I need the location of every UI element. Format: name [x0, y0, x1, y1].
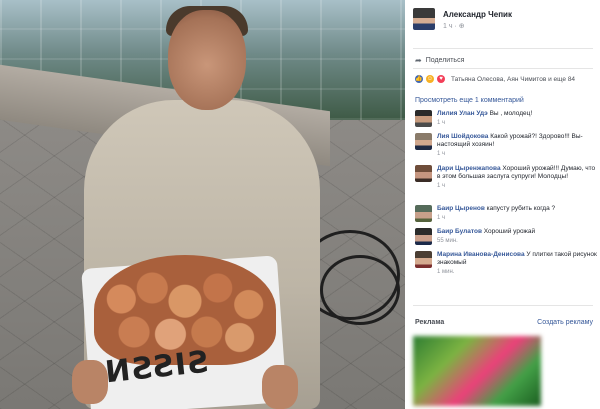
like-reaction-icon: 👍 — [415, 75, 423, 83]
post-photo[interactable]: SISSN — [0, 0, 405, 409]
comment-time[interactable]: 1 мин. — [437, 268, 597, 276]
commenter-name[interactable]: Дари Цыренжапова — [437, 165, 501, 172]
comment-text: капусту рубить когда ? — [486, 205, 556, 212]
comment-body: Баир Булатов Хороший урожай 55 мин. — [437, 228, 597, 245]
garden-hose — [320, 255, 400, 325]
commenter-name[interactable]: Лилия Улан Удэ — [437, 110, 488, 117]
view-more-comments-link[interactable]: Просмотреть еще 1 комментарий — [415, 97, 524, 104]
divider — [413, 305, 593, 306]
post-time: 1 ч · ⊕ — [443, 22, 465, 30]
share-label: Поделиться — [425, 57, 465, 64]
globe-icon: ⊕ — [458, 23, 465, 30]
comment-body: Баир Цыренов капусту рубить когда ? 1 ч — [437, 205, 597, 222]
comment-time[interactable]: 1 ч — [437, 214, 597, 222]
ad-image[interactable] — [413, 336, 541, 406]
share-button[interactable]: ➦ Поделиться — [415, 56, 464, 65]
comment-time[interactable]: 55 мин. — [437, 237, 597, 245]
commenter-avatar[interactable] — [415, 251, 432, 268]
author-name[interactable]: Александр Чепик — [443, 10, 512, 19]
divider — [413, 68, 593, 69]
love-reaction-icon: ♥ — [437, 75, 445, 83]
comment-body: Лилия Улан Удэ Вы , молодец! 1 ч — [437, 110, 597, 127]
comment-text: Хороший урожай — [483, 228, 536, 235]
commenter-name[interactable]: Марина Иванова-Денисова — [437, 251, 525, 258]
comment-time[interactable]: 1 ч — [437, 150, 597, 158]
comment-body: Лия Шойдокова Какой урожай?! Здорово!!! … — [437, 133, 597, 158]
comment-body: Дари Цыренжапова Хороший урожай!!! Думаю… — [437, 165, 597, 190]
commenter-avatar[interactable] — [415, 110, 432, 127]
commenter-avatar[interactable] — [415, 205, 432, 222]
commenter-name[interactable]: Лия Шойдокова — [437, 133, 488, 140]
divider — [413, 48, 593, 49]
create-ad-link[interactable]: Создать рекламу — [537, 319, 593, 326]
post-author: Александр Чепик 1 ч · ⊕ — [413, 8, 593, 34]
ads-title: Реклама — [415, 319, 445, 326]
comment-time[interactable]: 1 ч — [437, 182, 597, 190]
post-sidebar: Александр Чепик 1 ч · ⊕ ➦ Поделиться 👍 ☺… — [405, 0, 600, 409]
commenter-avatar[interactable] — [415, 165, 432, 182]
share-icon: ➦ — [415, 56, 422, 65]
reactions-bar[interactable]: 👍 ☺ ♥ Татьяна Олесова, Аян Чимитов и еще… — [415, 75, 595, 83]
ads-header: Реклама Создать рекламу — [415, 319, 593, 326]
comment-time[interactable]: 1 ч — [437, 119, 597, 127]
wow-reaction-icon: ☺ — [426, 75, 434, 83]
left-hand — [72, 360, 108, 404]
commenter-name[interactable]: Баир Цыренов — [437, 205, 485, 212]
right-hand — [262, 365, 298, 409]
reaction-names[interactable]: Татьяна Олесова, Аян Чимитов и еще 84 — [451, 76, 575, 83]
commenter-avatar[interactable] — [415, 133, 432, 150]
man-head — [168, 10, 246, 110]
commenter-name[interactable]: Баир Булатов — [437, 228, 482, 235]
comment-text: Вы , молодец! — [489, 110, 533, 117]
comment-body: Марина Иванова-Денисова У плитки такой р… — [437, 251, 597, 276]
author-avatar[interactable] — [413, 8, 435, 30]
post-time-text[interactable]: 1 ч · — [443, 23, 457, 30]
commenter-avatar[interactable] — [415, 228, 432, 245]
